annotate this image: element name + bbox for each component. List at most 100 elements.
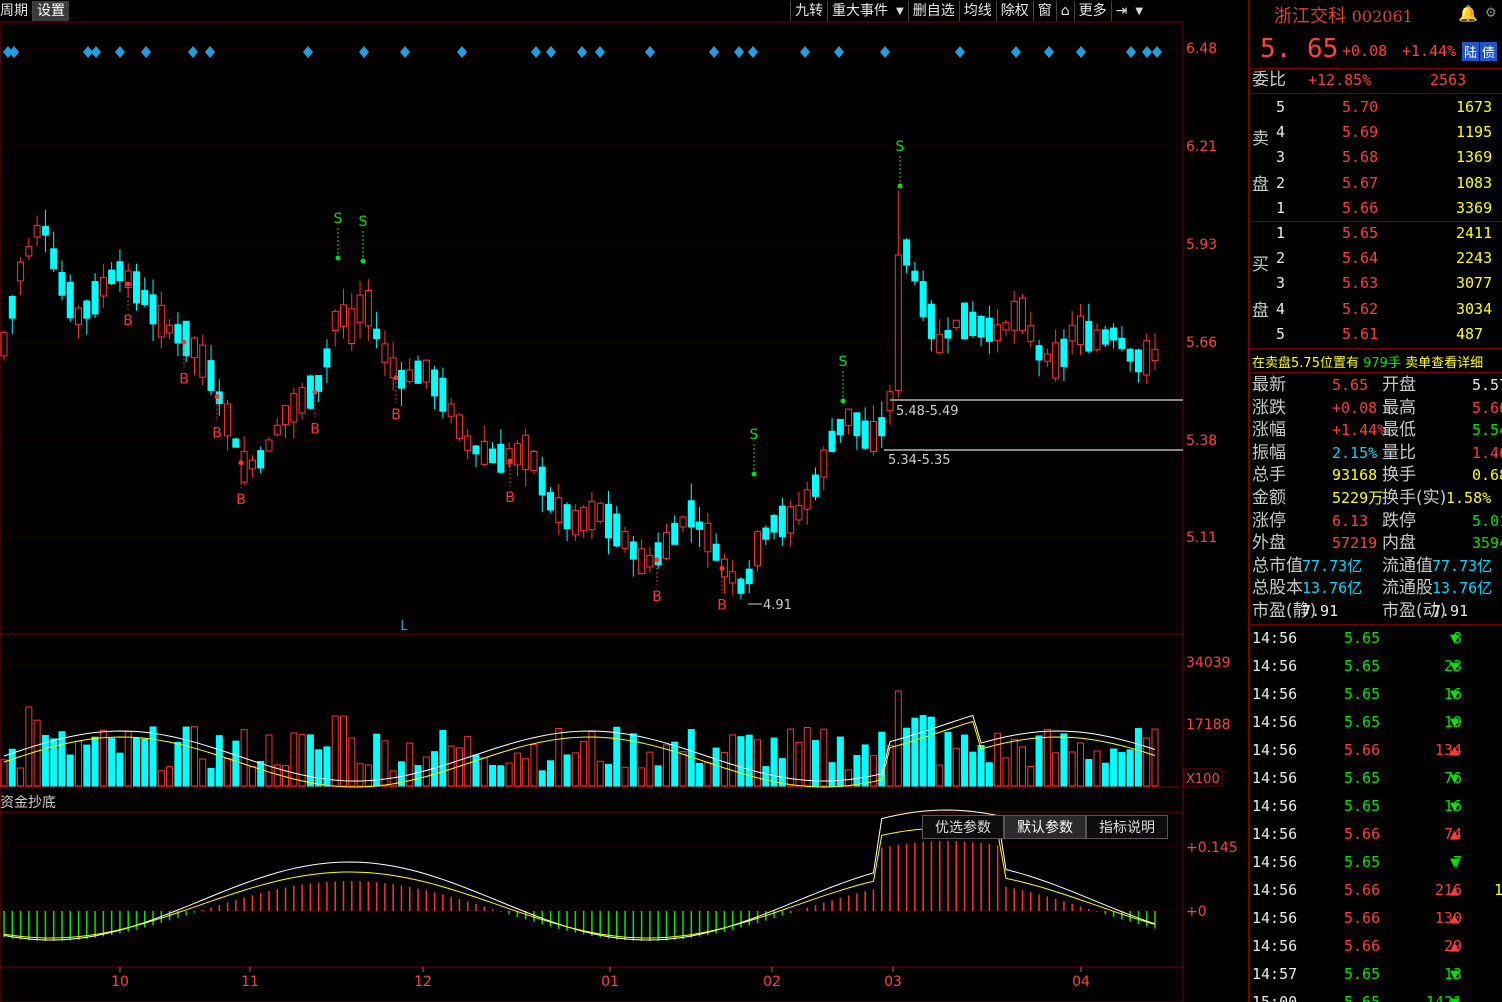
volume-bar xyxy=(373,733,381,787)
candle-body xyxy=(91,281,99,315)
buy-level-row[interactable]: 4 5.62 3034 xyxy=(1250,298,1502,320)
tick-price: 5.65 xyxy=(1344,769,1381,787)
quote-value: 2.15% xyxy=(1332,443,1378,462)
candle-body xyxy=(166,324,174,334)
ex-rights-button[interactable]: 除权 xyxy=(995,1,1033,21)
month-label: 10 xyxy=(111,974,129,990)
notice-mid: 位置有 xyxy=(1319,356,1359,371)
candle-body xyxy=(1019,297,1027,332)
big-order-notice[interactable]: 在卖盘5.75位置有 979手 卖单查看详细 xyxy=(1252,352,1483,371)
volume-bar xyxy=(671,741,679,787)
sell-level-row[interactable]: 2 5.67 1083 xyxy=(1250,172,1502,194)
buy-signal-dot xyxy=(393,375,399,381)
bell-icon[interactable]: 🔔 xyxy=(1458,4,1478,23)
candle-body xyxy=(1060,338,1068,367)
level-volume: 487 xyxy=(1456,324,1484,343)
volume-bar xyxy=(861,744,869,787)
candle-body xyxy=(257,450,265,469)
volume-bar xyxy=(1126,749,1134,787)
volume-bar xyxy=(985,762,993,787)
kline-chart-area[interactable]: 6.48 6.21 5.93 5.66 5.38 5.11 34039 17188 X100 +0… xyxy=(0,0,1248,1002)
sell-level-row[interactable]: 5 5.70 1673 xyxy=(1250,96,1502,118)
candle-body xyxy=(513,443,521,466)
candle-body xyxy=(522,434,530,470)
chevron-down-icon[interactable]: ▼ xyxy=(892,6,908,17)
volume-bar xyxy=(555,727,563,787)
candle-body xyxy=(381,343,389,363)
volume-bar xyxy=(712,747,720,787)
candle-body xyxy=(919,281,927,318)
jiuzhuan-button[interactable]: 九转 xyxy=(790,1,827,21)
buy-signal-label: B xyxy=(717,597,727,613)
remove-favorite-button[interactable]: 删自选 xyxy=(907,1,959,21)
major-events-button[interactable]: 重大事件 xyxy=(827,1,892,21)
candle-body xyxy=(99,276,107,297)
candle-body xyxy=(1118,337,1126,349)
candle-body xyxy=(869,421,877,452)
buy-level-row[interactable]: 3 5.63 3077 xyxy=(1250,272,1502,294)
hk-connect-tag[interactable]: 陆 xyxy=(1462,42,1480,61)
quote-label: 开盘 xyxy=(1382,375,1416,395)
buy-signal-dot xyxy=(312,389,318,395)
quote-row: 市盈(静) 7.91 市盈(动) 7.91 xyxy=(1250,600,1502,622)
tick-time: 14:56 xyxy=(1252,937,1298,955)
optimal-params-button[interactable]: 优选参数 xyxy=(922,815,1004,839)
buy-level-row[interactable]: 5 5.61 487 xyxy=(1250,323,1502,345)
tick-time: 14:56 xyxy=(1252,769,1298,787)
volume-bar xyxy=(265,734,273,787)
window-button[interactable]: 窗 xyxy=(1032,1,1056,21)
volume-bar xyxy=(323,746,331,787)
volume-bar xyxy=(596,760,604,787)
volume-bar xyxy=(604,763,612,787)
collapse-panel-icon[interactable]: ⇥ xyxy=(1110,1,1132,21)
arrow-down-icon: ▼ xyxy=(1450,797,1460,815)
moving-average-button[interactable]: 均线 xyxy=(958,1,996,21)
chevron-down-icon[interactable]: ▼ xyxy=(1131,6,1147,17)
candle-body xyxy=(0,332,8,357)
volume-bar xyxy=(571,752,579,787)
tick-row: 14:56 5.66 29 ▲ xyxy=(1250,935,1502,957)
volume-bar xyxy=(331,715,339,787)
volume-bar xyxy=(588,731,596,787)
candle-body xyxy=(83,300,91,319)
sell-level-row[interactable]: 3 5.68 1369 xyxy=(1250,146,1502,168)
tick-row: 14:56 5.65 19 ▼ xyxy=(1250,711,1502,733)
volume-bar xyxy=(621,766,629,787)
bond-tag[interactable]: 债 xyxy=(1480,42,1498,61)
sell-level-row[interactable]: 1 5.66 3369 xyxy=(1250,197,1502,219)
gear-icon[interactable]: ⚙ xyxy=(1486,2,1496,21)
buy-level-row[interactable]: 1 5.65 2411 xyxy=(1250,222,1502,244)
settings-tab[interactable]: 设置 xyxy=(32,1,69,21)
buy-signal-label: B xyxy=(212,426,222,442)
candle-body xyxy=(571,509,579,536)
kline-chart[interactable]: 6.48 6.21 5.93 5.66 5.38 5.11 34039 17188 X100 +0… xyxy=(0,0,1248,1002)
tick-time: 14:56 xyxy=(1252,797,1298,815)
stock-title: 浙江交科 002061 xyxy=(1274,2,1413,28)
candle-body xyxy=(273,424,281,436)
candle-body xyxy=(580,506,588,532)
quote-label: 换手(实) xyxy=(1382,488,1447,508)
volume-bar xyxy=(464,736,472,787)
sell-signal-label: S xyxy=(896,139,905,155)
level-index: 4 xyxy=(1276,123,1286,142)
quote-label: 换手 xyxy=(1382,465,1416,486)
volume-bar xyxy=(762,766,770,787)
candle-body xyxy=(886,391,894,412)
volume-bar xyxy=(522,758,530,787)
volume-bar xyxy=(58,731,66,787)
candle-body xyxy=(961,302,969,340)
period-tab[interactable]: 周期 xyxy=(0,1,32,21)
volume-bar xyxy=(215,735,223,787)
tick-price: 5.65 xyxy=(1344,797,1381,815)
sell-level-row[interactable]: 4 5.69 1195 xyxy=(1250,121,1502,143)
volume-bar xyxy=(919,715,927,787)
candle-body xyxy=(596,502,604,522)
buy-level-row[interactable]: 2 5.64 2243 xyxy=(1250,247,1502,269)
lock-icon[interactable]: ⌂ xyxy=(1055,1,1074,21)
more-button[interactable]: 更多 xyxy=(1073,1,1111,21)
indicator-param-buttons: 优选参数 默认参数 指标说明 xyxy=(922,815,1168,839)
candle-body xyxy=(795,505,803,521)
signal-diamond-icon xyxy=(1126,46,1136,58)
default-params-button[interactable]: 默认参数 xyxy=(1004,815,1086,839)
indicator-help-button[interactable]: 指标说明 xyxy=(1086,815,1168,839)
